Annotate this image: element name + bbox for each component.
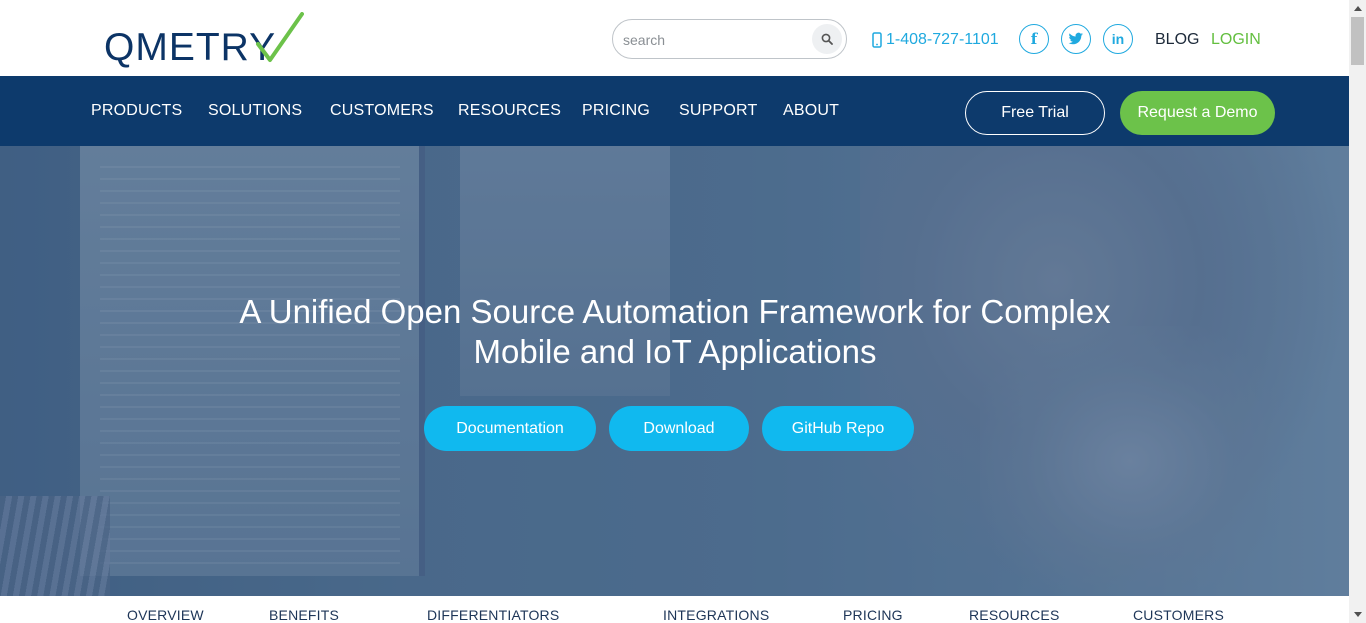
download-button[interactable]: Download <box>609 406 749 451</box>
search-button[interactable] <box>812 24 842 54</box>
page: QMETRY 1-408-727-1101 f <box>0 0 1349 623</box>
search-icon <box>821 33 833 45</box>
checkmark-icon <box>256 12 304 62</box>
nav-resources[interactable]: RESOURCES <box>458 102 561 120</box>
github-repo-button[interactable]: GitHub Repo <box>762 406 914 451</box>
request-demo-button[interactable]: Request a Demo <box>1120 91 1275 135</box>
login-link[interactable]: LOGIN <box>1211 31 1261 49</box>
facebook-icon: f <box>1030 30 1038 48</box>
subnav-integrations[interactable]: INTEGRATIONS <box>663 607 769 623</box>
hero-title-line-2: Mobile and IoT Applications <box>473 333 877 370</box>
phone-link[interactable]: 1-408-727-1101 <box>872 30 999 50</box>
nav-products[interactable]: PRODUCTS <box>91 102 182 120</box>
blog-link[interactable]: BLOG <box>1155 31 1199 49</box>
vertical-scrollbar[interactable] <box>1349 0 1366 623</box>
subnav-pricing[interactable]: PRICING <box>843 607 903 623</box>
section-subnav: OVERVIEW BENEFITS DIFFERENTIATORS INTEGR… <box>0 596 1349 623</box>
scroll-up-arrow-icon[interactable] <box>1349 0 1366 17</box>
linkedin-icon: in <box>1111 31 1125 47</box>
logo-text: QMETRY <box>104 26 277 69</box>
mobile-phone-icon <box>872 32 882 48</box>
facebook-link[interactable]: f <box>1019 24 1049 54</box>
nav-support[interactable]: SUPPORT <box>679 102 757 120</box>
scroll-down-arrow-icon[interactable] <box>1349 606 1366 623</box>
nav-about[interactable]: ABOUT <box>783 102 839 120</box>
nav-pricing[interactable]: PRICING <box>582 102 650 120</box>
main-nav: PRODUCTS SOLUTIONS CUSTOMERS RESOURCES P… <box>0 76 1349 146</box>
hero-title-line-1: A Unified Open Source Automation Framewo… <box>239 293 1111 330</box>
twitter-icon <box>1068 32 1083 45</box>
subnav-customers[interactable]: CUSTOMERS <box>1133 607 1224 623</box>
subnav-differentiators[interactable]: DIFFERENTIATORS <box>427 607 559 623</box>
hero-banner: A Unified Open Source Automation Framewo… <box>0 146 1349 596</box>
phone-number: 1-408-727-1101 <box>886 31 999 48</box>
documentation-button[interactable]: Documentation <box>424 406 596 451</box>
search-box <box>612 19 847 59</box>
nav-customers[interactable]: CUSTOMERS <box>330 102 434 120</box>
top-bar: QMETRY 1-408-727-1101 f <box>0 0 1349 76</box>
subnav-overview[interactable]: OVERVIEW <box>127 607 204 623</box>
linkedin-link[interactable]: in <box>1103 24 1133 54</box>
qmetry-logo[interactable]: QMETRY <box>104 12 304 69</box>
hero-title: A Unified Open Source Automation Framewo… <box>200 292 1150 372</box>
subnav-resources[interactable]: RESOURCES <box>969 607 1059 623</box>
nav-solutions[interactable]: SOLUTIONS <box>208 102 302 120</box>
subnav-benefits[interactable]: BENEFITS <box>269 607 339 623</box>
twitter-link[interactable] <box>1061 24 1091 54</box>
scrollbar-thumb[interactable] <box>1351 17 1364 65</box>
search-input[interactable] <box>623 29 813 51</box>
free-trial-button[interactable]: Free Trial <box>965 91 1105 135</box>
